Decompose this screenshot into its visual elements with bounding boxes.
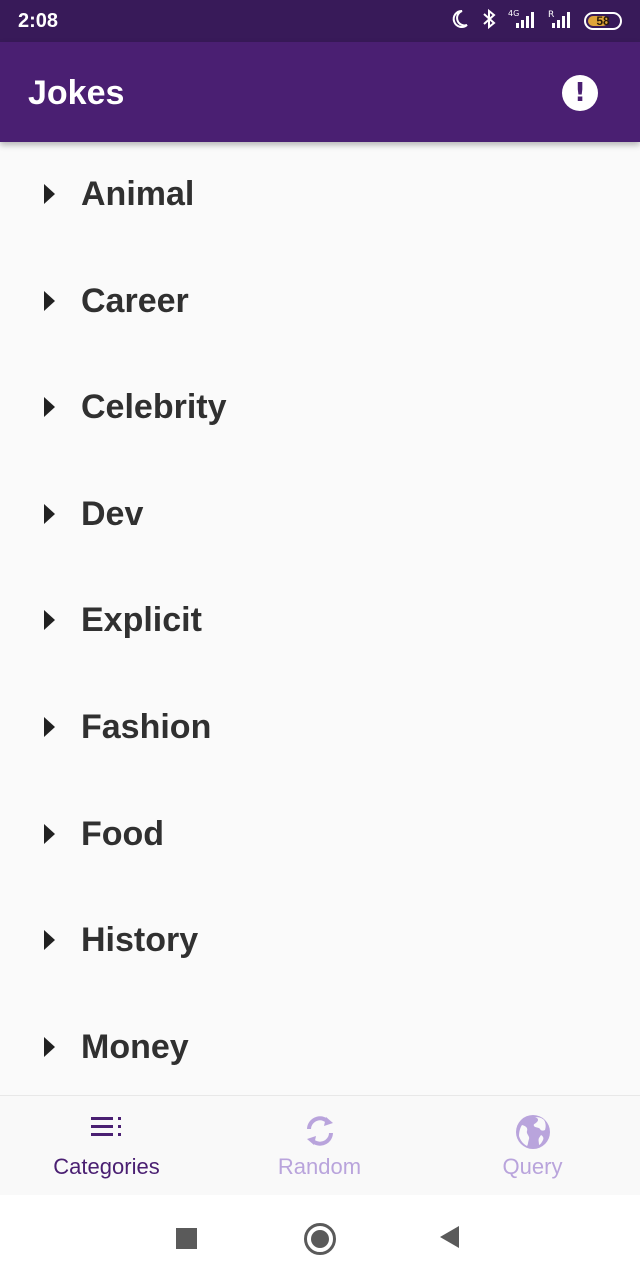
list-icon — [89, 1114, 125, 1145]
caret-right-icon — [44, 824, 55, 844]
category-label: Celebrity — [81, 388, 227, 426]
status-icons: 4G R 58 — [448, 8, 622, 34]
category-item-career[interactable]: Career — [0, 249, 640, 356]
system-navigation-bar — [0, 1195, 640, 1280]
category-label: Career — [81, 282, 189, 320]
page-title: Jokes — [28, 74, 125, 112]
category-label: Explicit — [81, 601, 202, 639]
nav-tab-categories[interactable]: Categories — [0, 1096, 213, 1196]
category-label: History — [81, 921, 199, 959]
category-item-explicit[interactable]: Explicit — [0, 568, 640, 675]
category-label: Animal — [81, 175, 195, 213]
nav-label-query: Query — [502, 1154, 563, 1179]
status-bar: 2:08 4G R 58 — [0, 0, 640, 42]
category-item-fashion[interactable]: Fashion — [0, 675, 640, 782]
nav-label-random: Random — [277, 1154, 362, 1179]
battery-icon: 58 — [584, 12, 622, 30]
nav-tab-query[interactable]: Query — [426, 1096, 639, 1196]
app-bar: Jokes ! — [0, 42, 640, 142]
bluetooth-icon — [480, 8, 498, 35]
moon-icon — [448, 8, 470, 35]
signal-r-icon: R — [548, 8, 574, 35]
svg-text:R: R — [548, 10, 554, 20]
category-item-money[interactable]: Money — [0, 995, 640, 1095]
caret-right-icon — [44, 1037, 55, 1057]
caret-right-icon — [44, 291, 55, 311]
category-label: Money — [81, 1028, 189, 1066]
caret-right-icon — [44, 717, 55, 737]
caret-right-icon — [44, 930, 55, 950]
caret-right-icon — [44, 184, 55, 204]
home-button[interactable] — [304, 1223, 336, 1255]
signal-4g-icon: 4G — [508, 8, 538, 35]
caret-right-icon — [44, 397, 55, 417]
refresh-icon — [301, 1114, 339, 1153]
recents-button[interactable] — [176, 1228, 197, 1249]
category-label: Dev — [81, 495, 144, 533]
info-button[interactable]: ! — [562, 75, 598, 111]
battery-level: 58 — [596, 14, 610, 28]
back-button[interactable] — [440, 1226, 459, 1248]
category-label: Food — [81, 815, 165, 853]
bottom-navigation: Categories Random Query — [0, 1095, 640, 1196]
nav-label-categories: Categories — [53, 1154, 160, 1179]
nav-tab-random[interactable]: Random — [213, 1096, 426, 1196]
category-label: Fashion — [81, 708, 212, 746]
globe-icon — [515, 1114, 551, 1155]
status-time: 2:08 — [18, 10, 59, 32]
category-item-food[interactable]: Food — [0, 782, 640, 889]
caret-right-icon — [44, 504, 55, 524]
svg-text:4G: 4G — [508, 9, 519, 18]
category-item-animal[interactable]: Animal — [0, 142, 640, 249]
category-item-celebrity[interactable]: Celebrity — [0, 355, 640, 462]
category-list: Animal Career Celebrity Dev Explicit Fas… — [0, 142, 640, 1095]
category-item-history[interactable]: History — [0, 888, 640, 995]
caret-right-icon — [44, 610, 55, 630]
category-item-dev[interactable]: Dev — [0, 462, 640, 569]
exclamation-icon: ! — [574, 78, 586, 108]
